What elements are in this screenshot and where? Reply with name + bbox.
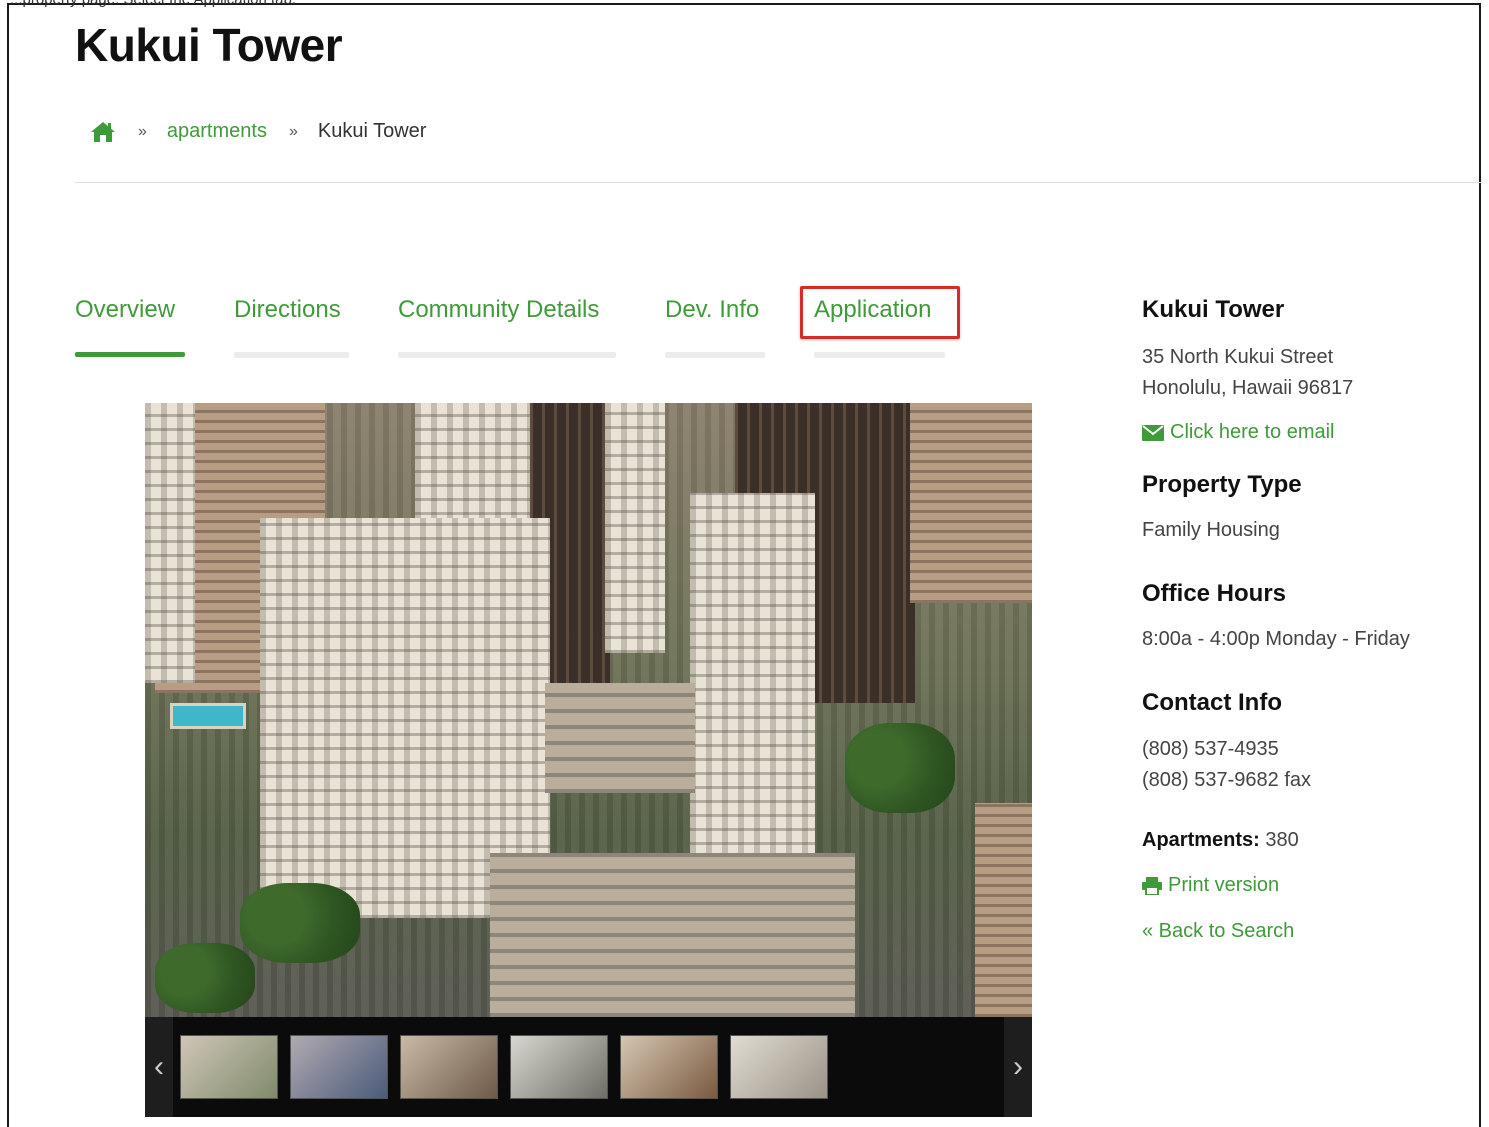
photo-parking-roof (545, 683, 695, 793)
print-version-link[interactable]: Print version (1142, 874, 1279, 897)
email-link-label: Click here to email (1170, 421, 1335, 443)
apartments-label: Apartments: (1142, 829, 1260, 851)
gallery-thumbnail[interactable] (730, 1035, 828, 1099)
gallery-thumbnail[interactable] (290, 1035, 388, 1099)
tab-underline (75, 352, 185, 357)
photo-gallery-strip: ‹ › (145, 1017, 1032, 1117)
tab-dev-info[interactable]: Dev. Info (665, 296, 765, 358)
gallery-thumbnail[interactable] (180, 1035, 278, 1099)
photo-building (975, 803, 1032, 1017)
breadcrumb: » apartments » Kukui Tower (90, 120, 426, 143)
phone-number: (808) 537-4935 (1142, 738, 1279, 760)
chevron-left-icon[interactable]: ‹ (145, 1017, 173, 1117)
email-link[interactable]: Click here to email (1142, 421, 1335, 444)
address-line-2: Honolulu, Hawaii 96817 (1142, 377, 1354, 399)
property-type-value: Family Housing (1142, 519, 1280, 541)
back-to-search-label: « Back to Search (1142, 920, 1295, 942)
tab-community-details[interactable]: Community Details (398, 296, 616, 358)
chevron-right-icon[interactable]: › (1004, 1017, 1032, 1117)
page-title: Kukui Tower (75, 19, 343, 71)
divider (75, 182, 1481, 183)
application-tab-highlight (800, 286, 960, 339)
envelope-icon (1142, 424, 1164, 441)
breadcrumb-current: Kukui Tower (317, 120, 427, 142)
tab-overview[interactable]: Overview (75, 296, 185, 357)
photo-parking-garage (490, 853, 855, 1017)
breadcrumb-apartments-link[interactable]: apartments (167, 120, 267, 143)
office-hours-value: 8:00a - 4:00p Monday - Friday (1142, 628, 1410, 650)
back-to-search-link[interactable]: « Back to Search (1142, 920, 1294, 943)
contact-info-heading: Contact Info (1142, 689, 1282, 716)
instruction-text-clipped: ...property page. Select the Application… (10, 0, 296, 8)
photo-pool (170, 703, 246, 729)
tab-label: Directions (234, 296, 341, 323)
home-icon[interactable] (90, 121, 116, 143)
photo-second-tower (690, 493, 815, 873)
breadcrumb-separator: » (288, 122, 298, 140)
fax-number: (808) 537-9682 fax (1142, 769, 1312, 791)
tab-underline (665, 352, 765, 358)
property-photo (145, 403, 1032, 1017)
photo-trees (240, 883, 360, 963)
print-version-label: Print version (1168, 874, 1280, 896)
tab-label: Overview (75, 296, 176, 323)
tab-directions[interactable]: Directions (234, 296, 349, 358)
photo-trees (845, 723, 955, 813)
tab-underline (814, 352, 945, 358)
tab-underline (234, 352, 349, 358)
tab-label: Community Details (398, 296, 600, 323)
office-hours-heading: Office Hours (1142, 580, 1287, 607)
photo-building (910, 403, 1032, 603)
gallery-thumbnail[interactable] (510, 1035, 608, 1099)
gallery-thumbnail[interactable] (400, 1035, 498, 1099)
gallery-thumbnail[interactable] (620, 1035, 718, 1099)
breadcrumb-separator: » (138, 122, 147, 140)
apartments-count: 380 (1265, 829, 1299, 851)
photo-building (605, 403, 665, 653)
address-line-1: 35 North Kukui Street (1142, 346, 1334, 368)
tab-label: Dev. Info (665, 296, 760, 323)
photo-trees (155, 943, 255, 1013)
property-type-heading: Property Type (1142, 471, 1302, 498)
tab-underline (398, 352, 616, 358)
printer-icon (1142, 876, 1162, 895)
property-name: Kukui Tower (1142, 296, 1285, 323)
photo-building (145, 403, 195, 683)
